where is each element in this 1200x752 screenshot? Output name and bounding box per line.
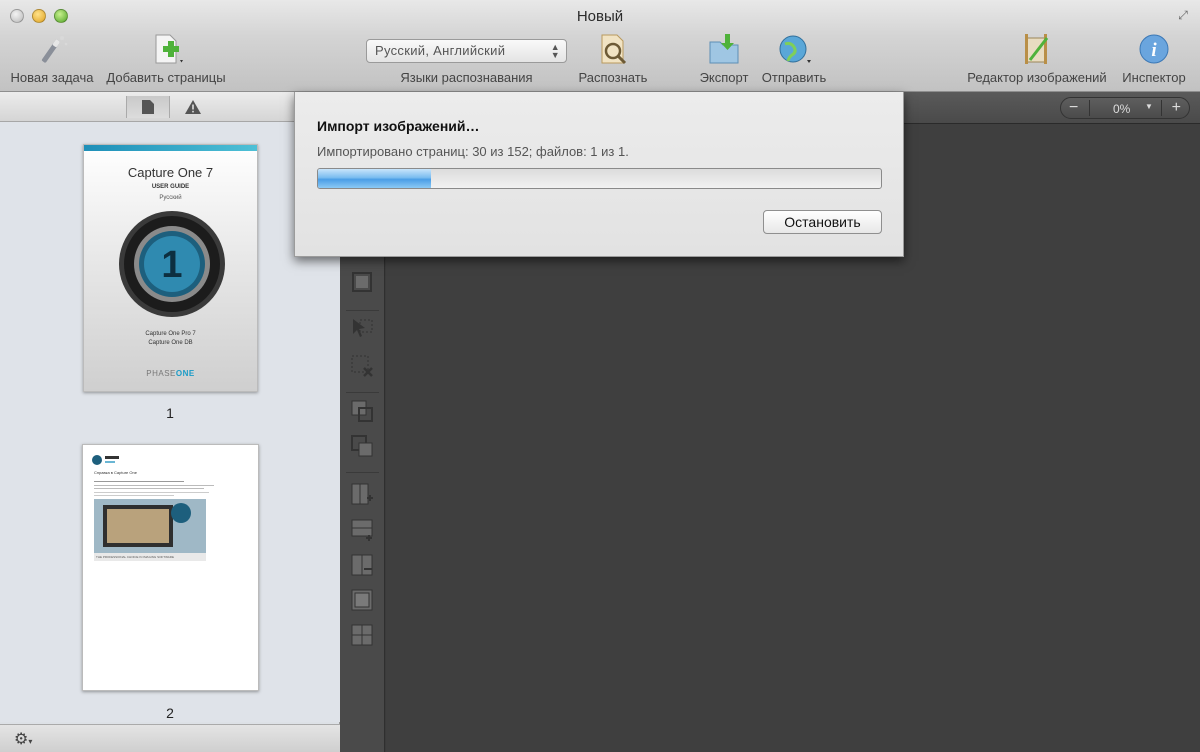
globe-send-icon — [779, 35, 811, 63]
merge-cells-icon[interactable] — [350, 588, 374, 612]
sidebar-tabs — [0, 92, 340, 122]
inspector-button[interactable]: i Инспектор — [1118, 32, 1190, 85]
select-area-icon[interactable] — [350, 270, 374, 294]
tab-pages[interactable] — [126, 96, 170, 118]
import-status-text: Импортировано страниц: 30 из 152; файлов… — [317, 144, 629, 159]
new-task-label: Новая задача — [10, 70, 94, 85]
recognize-label: Распознать — [578, 70, 648, 85]
inspector-label: Инспектор — [1122, 70, 1186, 85]
page-number-2: 2 — [166, 705, 174, 721]
cover-subtitle: USER GUIDE — [151, 184, 190, 190]
cover-brand-light: PHASE — [146, 369, 176, 378]
add-pages-label: Добавить страницы — [106, 70, 226, 85]
toolbar: Новый ⤢ Новая задача Добавить страницы Р… — [0, 0, 1200, 92]
tab-warnings[interactable] — [171, 96, 215, 118]
page-icon — [142, 100, 154, 114]
image-editor-icon — [1025, 34, 1049, 64]
cover-language: Русский — [159, 195, 182, 201]
page-2-heading: Справка в Capture One — [94, 470, 137, 475]
add-area-icon[interactable] — [350, 399, 374, 423]
image-editor-button[interactable]: Редактор изображений — [964, 32, 1110, 85]
magic-wand-icon — [41, 36, 68, 63]
cover-product-1: Capture One Pro 7 — [145, 331, 196, 337]
app-window: Новый ⤢ Новая задача Добавить страницы Р… — [0, 0, 1200, 752]
import-progress-dialog: Импорт изображений… Импортировано страни… — [294, 92, 904, 257]
cover-stripe — [84, 145, 257, 151]
select-pointer-icon[interactable] — [350, 317, 374, 341]
send-label: Отправить — [761, 70, 827, 85]
add-row-icon[interactable] — [350, 518, 374, 542]
stop-button[interactable]: Остановить — [763, 210, 882, 234]
warning-icon — [185, 100, 201, 114]
page-2-preview — [92, 455, 214, 561]
zoom-value[interactable]: 0% — [1113, 102, 1130, 116]
import-progress-bar — [317, 168, 882, 189]
recognize-button[interactable]: Распознать — [576, 32, 650, 85]
export-button[interactable]: Экспорт — [694, 32, 754, 85]
cover-brand-bold: ONE — [175, 369, 195, 378]
zoom-separator — [1161, 100, 1162, 116]
add-page-icon — [155, 34, 183, 64]
svg-text:i: i — [1151, 40, 1157, 61]
zoom-in-button[interactable]: + — [1172, 99, 1181, 117]
language-select-value: Русский, Английский — [375, 43, 506, 58]
add-pages-button[interactable]: Добавить страницы — [104, 32, 228, 85]
page-thumbnail-2[interactable]: Справка в Capture One THE PROFESSIONAL C… — [82, 444, 259, 691]
add-column-icon[interactable] — [350, 482, 374, 506]
subtract-area-icon[interactable] — [350, 434, 374, 458]
page-number-1: 1 — [166, 405, 174, 421]
zoom-control: − 0% ▼ + — [1060, 97, 1190, 119]
recognition-language-select[interactable]: Русский, Английский ▲ ▼ — [366, 39, 567, 63]
zoom-out-button[interactable]: − — [1069, 99, 1078, 117]
select-arrows-icon: ▲ ▼ — [550, 42, 560, 60]
capture-one-lens-logo: 1 — [119, 211, 225, 317]
page-thumbnail-1[interactable]: Capture One 7 USER GUIDE Русский 1 Captu… — [83, 144, 258, 392]
sidebar-bottom-bar: ⚙▾ — [0, 724, 340, 752]
export-folder-icon — [709, 34, 739, 64]
zoom-separator — [1089, 100, 1090, 116]
send-button[interactable]: Отправить — [760, 32, 828, 85]
window-title: Новый — [576, 8, 624, 25]
progress-fill — [318, 169, 431, 188]
delete-area-icon[interactable] — [350, 354, 374, 378]
table-grid-icon[interactable] — [350, 623, 374, 647]
tools-divider — [346, 392, 379, 393]
tools-divider — [346, 472, 379, 473]
fullscreen-icon[interactable]: ⤢ — [1176, 8, 1190, 22]
gear-menu-icon[interactable]: ⚙▾ — [14, 729, 32, 749]
zoom-dropdown-icon[interactable]: ▼ — [1145, 102, 1153, 111]
export-label: Экспорт — [699, 70, 749, 85]
cover-brand: PHASEONE — [84, 369, 257, 378]
tools-divider — [346, 310, 379, 311]
new-task-button[interactable]: Новая задача — [10, 32, 94, 85]
dialog-title: Импорт изображений… — [317, 118, 480, 134]
recognition-language-label: Языки распознавания — [400, 70, 533, 85]
svg-text:1: 1 — [161, 244, 182, 286]
page-2-banner-text: THE PROFESSIONAL CHOICE IN IMAGING SOFTW… — [96, 555, 174, 559]
cover-title: Capture One 7 — [127, 165, 214, 180]
recognize-icon — [601, 34, 627, 65]
info-icon: i — [1139, 34, 1169, 64]
split-cells-icon[interactable] — [350, 553, 374, 577]
image-editor-label: Редактор изображений — [967, 70, 1107, 85]
cover-product-2: Capture One DB — [148, 340, 193, 346]
